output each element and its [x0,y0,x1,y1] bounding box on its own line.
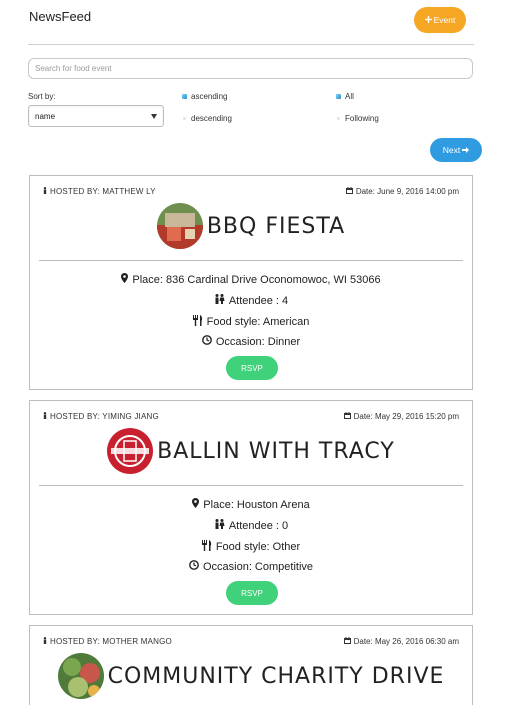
event-host: HOSTED BY: YIMING JIANG [43,412,159,421]
event-place-text: Place: 836 Cardinal Drive Oconomowoc, WI… [132,273,381,286]
event-header: COMMUNITY CHARITY DRIVE [30,652,472,700]
calendar-icon [343,637,351,646]
event-card: HOSTED BY: MATTHEW LY Date: June 9, 2016… [29,175,473,390]
event-attendee: Attendee : 0 [30,519,472,532]
event-attendee-text: Attendee : 4 [228,294,289,307]
event-date-text: Date: May 29, 2016 15:20 pm [353,412,459,421]
event-occasion-text: Occasion: Competitive [202,560,314,573]
event-attendee: Attendee : 4 [30,294,472,307]
card-divider [39,260,463,261]
arrow-right-icon [462,145,470,155]
event-header: BBQ FIESTA [30,202,472,250]
add-event-button[interactable]: Event [414,7,466,33]
event-food-style-text: Food style: American [206,316,310,328]
person-icon [43,412,47,421]
rsvp-button[interactable]: RSVP [226,356,278,380]
sort-select-value: name [35,111,56,121]
next-label: Next [442,145,461,155]
radio-descending-label: descending [191,114,232,123]
radio-checked-icon [182,94,187,99]
radio-descending[interactable]: descending [182,114,232,123]
clock-icon [201,335,212,348]
radio-ascending[interactable]: ascending [182,92,227,101]
page-title: NewsFeed [29,9,92,24]
event-date: Date: June 9, 2016 14:00 pm [345,187,459,196]
cutlery-icon [201,540,212,554]
people-icon [214,294,225,307]
plus-icon [424,15,432,25]
event-place-text: Place: Houston Arena [203,498,310,511]
next-button[interactable]: Next [430,138,482,162]
event-image[interactable] [107,428,154,474]
event-title[interactable]: BBQ FIESTA [207,214,345,239]
event-place: Place: Houston Arena [30,498,472,511]
event-host-text: HOSTED BY: YIMING JIANG [50,412,159,421]
event-image[interactable] [156,203,203,249]
event-date: Date: May 26, 2016 06:30 am [343,637,459,646]
cutlery-icon [192,315,203,329]
people-icon [214,519,225,532]
event-host: HOSTED BY: MATTHEW LY [43,187,156,196]
event-host-text: HOSTED BY: MATTHEW LY [50,187,156,196]
radio-unchecked-icon [183,117,186,120]
radio-following-label: Following [345,114,379,123]
event-food-style: Food style: American [30,315,472,329]
radio-ascending-label: ascending [191,92,228,101]
event-date-text: Date: June 9, 2016 14:00 pm [355,187,459,196]
event-card: HOSTED BY: MOTHER MANGO Date: May 26, 20… [29,625,473,705]
person-icon [43,637,47,646]
radio-following[interactable]: Following [336,114,379,123]
event-image[interactable] [57,653,104,699]
event-host-text: HOSTED BY: MOTHER MANGO [50,637,172,646]
event-date: Date: May 29, 2016 15:20 pm [343,412,459,421]
radio-all[interactable]: All [336,92,354,101]
event-card: HOSTED BY: YIMING JIANG Date: May 29, 20… [29,400,473,615]
calendar-icon [343,412,351,421]
add-event-label: Event [433,15,456,25]
chevron-down-icon [151,112,157,121]
clock-icon [189,560,199,573]
event-food-style: Food style: Other [30,540,472,554]
sort-select[interactable]: name [28,105,164,127]
calendar-icon [345,187,353,196]
card-divider [39,485,463,486]
sort-label: Sort by: [28,92,56,101]
event-header: BALLIN WITH TRACY [30,427,472,475]
event-occasion: Occasion: Competitive [30,560,472,573]
radio-unchecked-icon [337,117,340,120]
event-title[interactable]: COMMUNITY CHARITY DRIVE [108,664,445,689]
event-place: Place: 836 Cardinal Drive Oconomowoc, WI… [30,273,472,286]
radio-all-label: All [345,92,354,101]
search-input[interactable] [28,58,473,79]
event-occasion-text: Occasion: Dinner [215,335,301,348]
event-occasion: Occasion: Dinner [30,335,472,348]
event-attendee-text: Attendee : 0 [228,519,289,532]
person-icon [43,187,47,196]
event-food-style-text: Food style: Other [215,541,301,553]
map-marker-icon [121,273,129,286]
map-marker-icon [192,498,200,511]
header-divider [28,44,474,45]
radio-checked-icon [336,94,341,99]
event-title[interactable]: BALLIN WITH TRACY [157,439,395,464]
rsvp-button[interactable]: RSVP [226,581,278,605]
event-host: HOSTED BY: MOTHER MANGO [43,637,172,646]
event-date-text: Date: May 26, 2016 06:30 am [353,637,459,646]
